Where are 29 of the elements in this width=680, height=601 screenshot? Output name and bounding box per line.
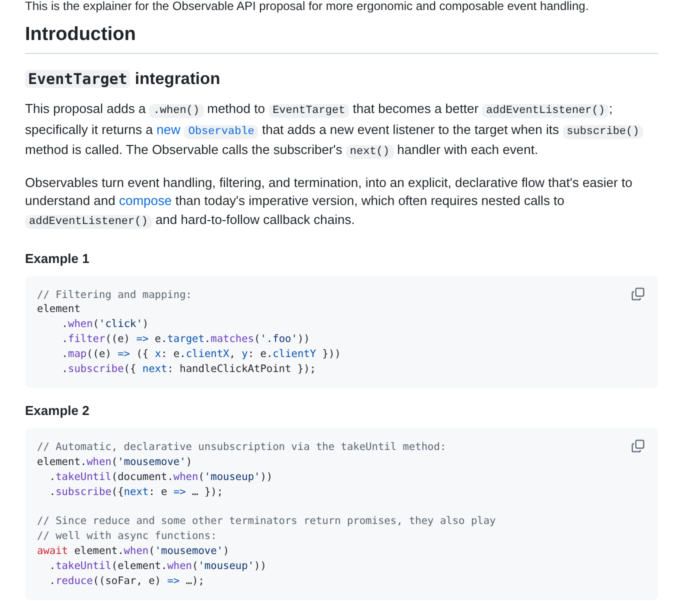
code-line: await element.when('mousemove')	[37, 544, 230, 557]
copy-button[interactable]	[630, 286, 646, 302]
copy-icon	[631, 439, 645, 454]
code-line: .reduce((soFar, e) => …);	[48, 574, 204, 587]
example-heading: Example 2	[25, 402, 90, 420]
code-line: element	[37, 303, 80, 316]
code-line: .when('click')	[60, 318, 149, 330]
code-line: // Since reduce and some other terminators return promises, they also play	[37, 515, 496, 528]
link[interactable]: Observable	[184, 124, 258, 139]
code-line: .takeUntil(document.when('mouseup'))	[48, 470, 273, 483]
paragraph: Observables turn event handling, filtering, and termination, into an explicit, declarative flow that's easier to understand and compose than today's imperative version, which often requires nested calls to addEventListener() and hard-to-follow callback chains.	[25, 174, 634, 231]
intro-text: This is the explainer for the Observable API proposal for more ergonomic and composable event handling.	[25, 0, 590, 13]
link[interactable]: compose	[118, 193, 172, 208]
code-line: .subscribe({next: e => … });	[48, 486, 224, 498]
section-heading: Introduction	[25, 23, 658, 54]
code-line: .filter((e) => e.target.matches('.foo'))	[60, 332, 310, 345]
code-line: .takeUntil(element.when('mouseup'))	[48, 560, 266, 572]
code-line: // well with async functions:	[37, 530, 217, 542]
code-line: .subscribe({ next: handleClickAtPoint });	[60, 362, 316, 375]
link[interactable]: new	[156, 122, 180, 137]
example-heading: Example 1	[25, 250, 90, 268]
copy-button[interactable]	[630, 438, 646, 454]
subsection-heading: EventTarget integration	[25, 68, 658, 90]
code-line: // Automatic, declarative unsubscription via the takeUntil method:	[37, 441, 446, 454]
paragraph: This proposal adds a .when() method to EventTarget that becomes a better addEventListener() ; specifically it returns a new Observable that adds a new event listener to the target when its subscribe() method is called. The Observable calls the subscriber's next() handler with each event.	[25, 100, 658, 162]
code-line: element.when('mousemove')	[37, 456, 192, 468]
code-line: // Filtering and mapping:	[37, 288, 192, 301]
code-line: .map((e) => ({ x: e.clientX, y: e.clientY }))	[60, 348, 341, 360]
copy-icon	[631, 286, 645, 301]
